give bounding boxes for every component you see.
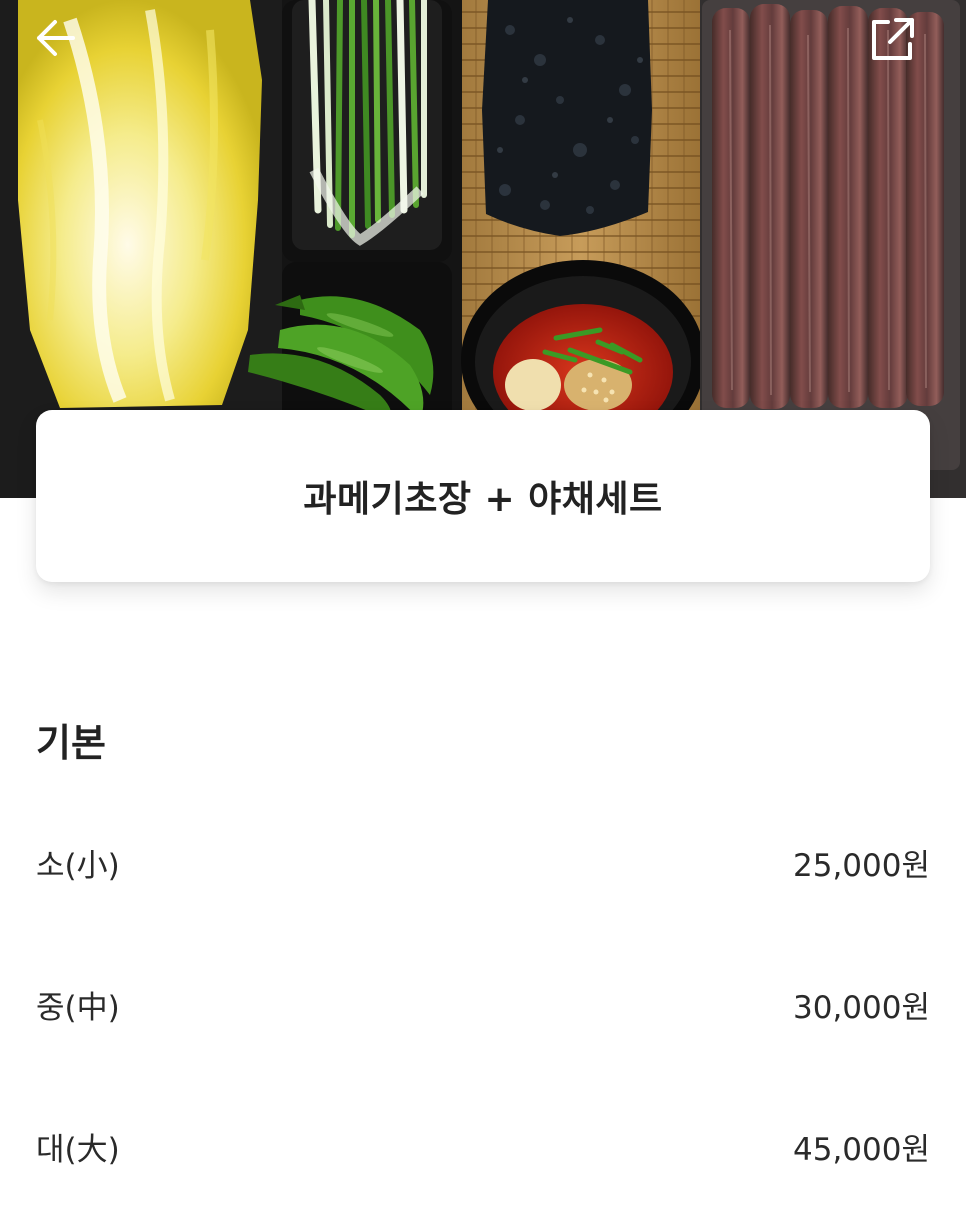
option-label: 소(小) <box>36 847 120 884</box>
option-label: 중(中) <box>36 989 120 1026</box>
option-price: 45,000원 <box>793 1131 930 1168</box>
option-price: 25,000원 <box>793 847 930 884</box>
price-section-title: 기본 <box>36 721 106 765</box>
option-price: 30,000원 <box>793 989 930 1026</box>
arrow-left-icon <box>37 20 75 56</box>
share-icon <box>872 18 914 60</box>
product-title-card: 과메기초장 + 야채세트 <box>36 410 930 582</box>
product-detail-screen: 과메기초장 + 야채세트 기본 소(小) 25,000원 중(中) 30,000… <box>0 0 966 1211</box>
product-title: 과메기초장 + 야채세트 <box>303 479 663 520</box>
price-option-medium[interactable]: 중(中) 30,000원 <box>36 974 930 1034</box>
share-button[interactable] <box>868 16 932 80</box>
price-option-large[interactable]: 대(大) 45,000원 <box>36 1116 930 1176</box>
back-button[interactable] <box>33 16 97 80</box>
option-label: 대(大) <box>36 1131 120 1168</box>
price-option-small[interactable]: 소(小) 25,000원 <box>36 832 930 892</box>
